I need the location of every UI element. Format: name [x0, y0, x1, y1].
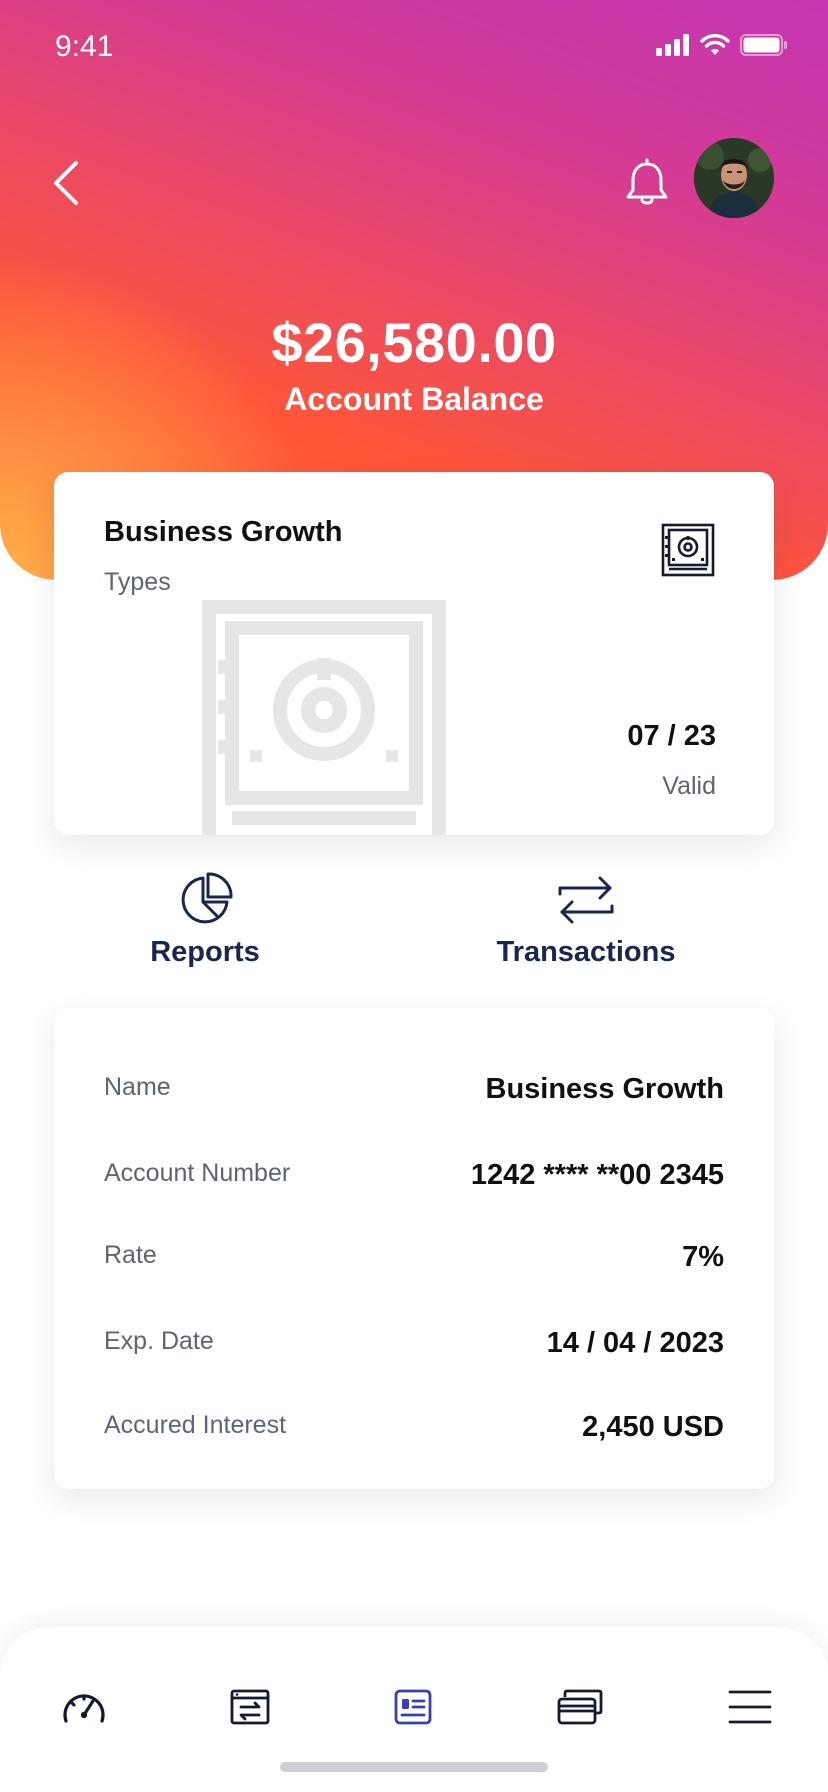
- detail-value: 14 / 04 / 2023: [546, 1327, 724, 1359]
- tab-menu[interactable]: [718, 1675, 782, 1739]
- battery-icon: [740, 34, 787, 56]
- reports-button[interactable]: Reports: [130, 872, 280, 969]
- transfer-arrows-icon: [558, 876, 614, 924]
- account-details-card: Name Business Growth Account Number 1242…: [54, 1008, 774, 1489]
- notifications-button[interactable]: [620, 158, 674, 208]
- wifi-icon: [700, 34, 730, 55]
- detail-row: Exp. Date 14 / 04 / 2023: [104, 1316, 724, 1359]
- detail-value: 2,450 USD: [582, 1411, 724, 1443]
- avatar[interactable]: [694, 138, 774, 218]
- tab-transfers[interactable]: [218, 1675, 282, 1739]
- detail-value: Business Growth: [485, 1073, 725, 1105]
- tab-accounts[interactable]: [381, 1675, 445, 1739]
- transactions-button[interactable]: Transactions: [486, 872, 686, 969]
- account-balance-label: Account Balance: [284, 381, 544, 417]
- detail-label: Name: [104, 1073, 171, 1101]
- menu-icon: [728, 1690, 772, 1724]
- reports-label: Reports: [150, 936, 260, 968]
- cards-icon: [557, 1689, 603, 1725]
- back-button[interactable]: [44, 155, 90, 211]
- detail-label: Rate: [104, 1241, 157, 1269]
- detail-label: Account Number: [104, 1159, 291, 1187]
- home-indicator: [280, 1762, 548, 1772]
- detail-row: Rate 7%: [104, 1230, 724, 1273]
- safe-icon: [661, 523, 715, 577]
- detail-row: Name Business Growth: [104, 1062, 724, 1105]
- detail-label: Exp. Date: [104, 1327, 214, 1355]
- transactions-label: Transactions: [496, 936, 676, 968]
- card-valid-date: 07 / 23: [627, 720, 716, 752]
- chevron-left-icon: [54, 161, 78, 205]
- status-bar: 9:41: [0, 28, 828, 68]
- safe-watermark-icon: [202, 600, 446, 835]
- card-subtitle: Types: [104, 568, 171, 596]
- detail-value: 1242 **** **00 2345: [470, 1159, 724, 1191]
- speedometer-icon: [63, 1694, 105, 1723]
- detail-row: Account Number 1242 **** **00 2345: [104, 1148, 724, 1191]
- tab-dashboard[interactable]: [52, 1675, 116, 1739]
- signal-icon: [656, 34, 689, 56]
- tab-cards[interactable]: [548, 1675, 612, 1739]
- detail-row: Accured Interest 2,450 USD: [104, 1400, 724, 1443]
- transfer-window-icon: [230, 1689, 270, 1725]
- user-photo: [694, 138, 774, 218]
- account-card[interactable]: Business Growth Types 07 / 23 Valid: [54, 472, 774, 835]
- account-balance-amount: $26,580.00: [271, 311, 557, 374]
- status-icons: [656, 34, 788, 56]
- card-valid-label: Valid: [662, 772, 716, 800]
- card-title: Business Growth: [104, 516, 343, 548]
- status-time: 9:41: [55, 30, 114, 63]
- detail-value: 7%: [682, 1241, 724, 1273]
- bell-icon: [626, 158, 668, 205]
- detail-label: Accured Interest: [104, 1411, 287, 1439]
- pie-chart-icon: [181, 872, 233, 924]
- account-details-icon: [394, 1689, 432, 1725]
